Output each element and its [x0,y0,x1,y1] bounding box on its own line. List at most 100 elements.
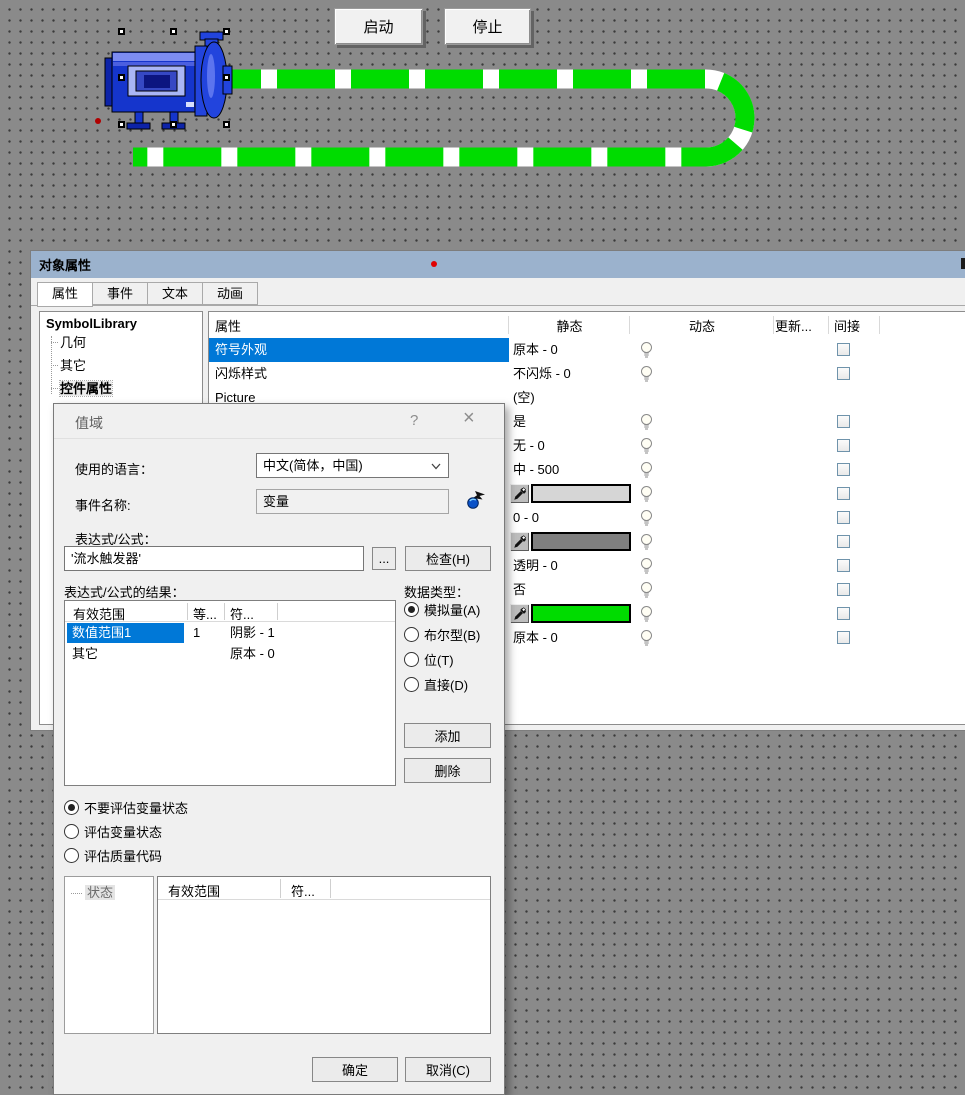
data-type-option[interactable]: 模拟量(A) [404,600,480,619]
tab-动画[interactable]: 动画 [203,282,258,305]
cancel-button[interactable]: 取消(C) [405,1057,491,1082]
language-select[interactable]: 中文(简体，中国) [256,453,449,478]
eyedropper-icon[interactable] [510,532,529,551]
result-row[interactable]: 数值范围11阴影 - 1 [65,623,395,644]
tag-dynamic-icon[interactable] [466,489,487,510]
status-col-symbol[interactable]: 符... [291,881,315,900]
result-col-symbol[interactable]: 符... [230,604,254,623]
indirect-checkbox[interactable] [837,343,850,356]
result-range-cell[interactable]: 数值范围1 [67,623,184,643]
radio-icon[interactable] [404,627,419,642]
static-value[interactable]: 原本 - 0 [513,626,558,650]
lightbulb-icon[interactable] [639,533,654,555]
static-value[interactable]: (空) [513,386,535,410]
check-button[interactable]: 检查(H) [405,546,491,571]
event-name-field[interactable]: 变量 [256,489,449,514]
static-value[interactable]: 原本 - 0 [513,338,558,362]
result-col-equal[interactable]: 等... [193,604,217,623]
add-button[interactable]: 添加 [404,723,491,748]
radio-icon[interactable] [64,848,79,863]
browse-expression-button[interactable]: ... [372,547,396,570]
data-type-option[interactable]: 位(T) [404,650,454,669]
tree-item[interactable]: 控件属性 [40,377,202,400]
color-swatch[interactable] [531,604,631,623]
lightbulb-icon[interactable] [639,605,654,627]
ok-button[interactable]: 确定 [312,1057,398,1082]
static-value[interactable]: 否 [513,578,526,602]
static-value[interactable]: 无 - 0 [513,434,545,458]
col-header-update[interactable]: 更新... [775,316,812,335]
start-button[interactable]: 启动 [334,8,423,45]
result-range-cell[interactable]: 其它 [67,644,184,664]
data-type-option[interactable]: 布尔型(B) [404,625,480,644]
state-eval-option[interactable]: 评估质量代码 [64,846,162,865]
static-value[interactable]: 是 [513,410,526,434]
selection-handle[interactable] [118,74,125,81]
help-button[interactable]: ? [410,412,418,429]
indirect-checkbox[interactable] [837,487,850,500]
data-type-option[interactable]: 直接(D) [404,675,468,694]
selection-handle[interactable] [223,28,230,35]
static-value[interactable]: 中 - 500 [513,458,559,482]
radio-icon[interactable] [404,652,419,667]
lightbulb-icon[interactable] [639,581,654,603]
col-header-static[interactable]: 静态 [509,316,630,335]
tab-事件[interactable]: 事件 [93,282,148,305]
lightbulb-icon[interactable] [639,461,654,483]
col-header-indirect[interactable]: 间接 [834,316,860,335]
tab-属性[interactable]: 属性 [37,282,93,307]
col-header-dynamic[interactable]: 动态 [630,316,774,335]
indirect-checkbox[interactable] [837,415,850,428]
tree-item[interactable]: 几何 [40,331,202,354]
indirect-checkbox[interactable] [837,583,850,596]
indirect-checkbox[interactable] [837,535,850,548]
color-swatch[interactable] [531,484,631,503]
property-row[interactable]: 符号外观原本 - 0 [209,338,965,362]
property-name[interactable]: 符号外观 [209,338,509,362]
radio-icon[interactable] [64,800,79,815]
lightbulb-icon[interactable] [639,365,654,387]
selection-handle[interactable] [223,121,230,128]
lightbulb-icon[interactable] [639,557,654,579]
radio-icon[interactable] [404,677,419,692]
status-tree-item[interactable]: 状态 [71,885,153,901]
indirect-checkbox[interactable] [837,559,850,572]
delete-button[interactable]: 删除 [404,758,491,783]
state-eval-option[interactable]: 不要评估变量状态 [64,798,188,817]
lightbulb-icon[interactable] [639,629,654,651]
lightbulb-icon[interactable] [639,509,654,531]
tree-item[interactable]: 其它 [40,354,202,377]
selection-handle[interactable] [223,74,230,81]
property-name[interactable]: 闪烁样式 [209,362,509,386]
stop-button[interactable]: 停止 [444,8,531,45]
radio-icon[interactable] [404,602,419,617]
status-table[interactable]: 有效范围 符... [157,876,491,1034]
status-tree-panel[interactable]: 状态 [64,876,154,1034]
static-value[interactable]: 不闪烁 - 0 [513,362,571,386]
state-eval-option[interactable]: 评估变量状态 [64,822,162,841]
result-row[interactable]: 其它原本 - 0 [65,644,395,665]
static-value[interactable]: 0 - 0 [513,506,539,530]
indirect-checkbox[interactable] [837,511,850,524]
selection-handle[interactable] [118,28,125,35]
result-table[interactable]: 有效范围 等... 符... 数值范围11阴影 - 1其它原本 - 0 [64,600,396,786]
selection-handle[interactable] [170,28,177,35]
indirect-checkbox[interactable] [837,367,850,380]
tab-文本[interactable]: 文本 [148,282,203,305]
close-icon[interactable]: × [463,407,475,430]
indirect-checkbox[interactable] [837,439,850,452]
eyedropper-icon[interactable] [510,484,529,503]
result-col-range[interactable]: 有效范围 [73,604,125,623]
indirect-checkbox[interactable] [837,607,850,620]
property-row[interactable]: 闪烁样式不闪烁 - 0 [209,362,965,386]
lightbulb-icon[interactable] [639,485,654,507]
radio-icon[interactable] [64,824,79,839]
design-canvas[interactable]: 启动 停止 [0,0,965,240]
eyedropper-icon[interactable] [510,604,529,623]
selection-handle[interactable] [118,121,125,128]
selection-handle[interactable] [170,121,177,128]
lightbulb-icon[interactable] [639,437,654,459]
object-properties-titlebar[interactable]: 对象属性 [31,251,965,278]
status-col-range[interactable]: 有效范围 [168,881,220,900]
lightbulb-icon[interactable] [639,341,654,363]
